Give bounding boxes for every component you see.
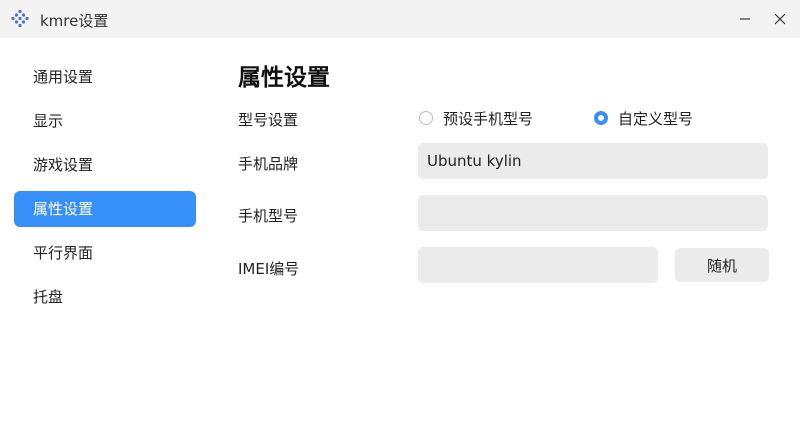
imei-input[interactable]: [418, 247, 658, 283]
radio-preset-model-label: 预设手机型号: [443, 109, 534, 128]
brand-input[interactable]: Ubuntu kylin: [418, 143, 768, 179]
radio-checked-icon: [594, 111, 608, 125]
radio-custom-model[interactable]: 自定义型号: [594, 109, 694, 128]
brand-label: 手机品牌: [238, 155, 299, 173]
random-imei-button[interactable]: 随机: [675, 248, 769, 282]
imei-label: IMEI编号: [238, 260, 300, 278]
sidebar-item-display[interactable]: 显示: [14, 103, 196, 139]
sidebar-item-properties[interactable]: 属性设置: [14, 191, 196, 227]
radio-preset-model[interactable]: 预设手机型号: [419, 109, 534, 128]
window-title: kmre设置: [40, 12, 109, 30]
kmre-app-icon: [10, 9, 30, 29]
radio-custom-model-label: 自定义型号: [618, 109, 694, 128]
page-title: 属性设置: [238, 65, 330, 91]
sidebar: 通用设置 显示 游戏设置 属性设置 平行界面 托盘: [0, 38, 210, 435]
radio-unchecked-icon: [419, 111, 433, 125]
brand-value: Ubuntu kylin: [427, 152, 522, 170]
title-bar: kmre设置: [0, 0, 800, 38]
sidebar-item-general[interactable]: 通用设置: [14, 59, 196, 95]
model-label: 手机型号: [238, 207, 299, 225]
minimize-icon: [740, 18, 750, 20]
close-icon: [774, 13, 786, 25]
close-button[interactable]: [768, 7, 792, 31]
minimize-button[interactable]: [733, 7, 757, 31]
model-setting-label: 型号设置: [238, 111, 299, 129]
model-input[interactable]: [418, 195, 768, 231]
sidebar-item-game[interactable]: 游戏设置: [14, 147, 196, 183]
sidebar-item-parallel-view[interactable]: 平行界面: [14, 235, 196, 271]
sidebar-item-tray[interactable]: 托盘: [14, 279, 196, 315]
